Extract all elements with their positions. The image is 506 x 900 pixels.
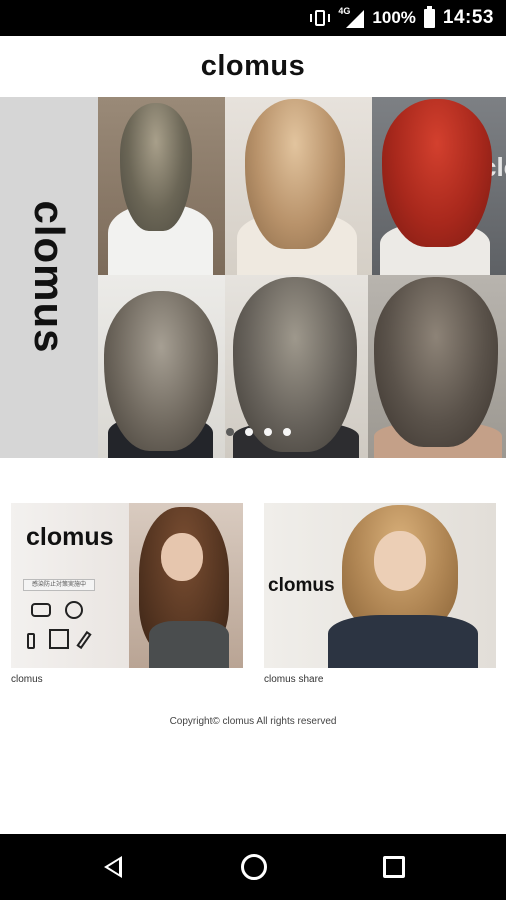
vibrate-icon — [310, 9, 331, 27]
clock: 14:53 — [442, 7, 494, 28]
hair-photo: clo — [372, 97, 506, 275]
card-image[interactable]: clomus 感染防止対策実施中 — [11, 503, 243, 668]
carousel-dot[interactable] — [283, 428, 291, 436]
safety-icons: 感染防止対策実施中 — [21, 579, 97, 663]
card-caption[interactable]: clomus share — [264, 674, 496, 685]
battery-icon — [423, 5, 435, 28]
carousel-dot[interactable] — [245, 428, 253, 436]
status-bar: 4G 100% 14:53 — [0, 0, 506, 36]
salon-card-clomus[interactable]: clomus 感染防止対策実施中 clomus — [11, 503, 243, 685]
recents-icon — [383, 856, 405, 878]
battery-percent: 100% — [372, 8, 416, 27]
app-title: clomus — [200, 49, 306, 82]
system-nav-bar — [0, 834, 506, 900]
hero-side-panel: clomus — [0, 97, 98, 458]
signal-icon: 4G — [338, 6, 365, 28]
home-button[interactable] — [236, 850, 272, 884]
copyright-text: Copyright© clomus All rights reserved — [169, 716, 337, 727]
back-button[interactable] — [96, 850, 132, 884]
spray-icon — [76, 630, 92, 650]
card-logo: clomus — [26, 523, 114, 551]
card-caption[interactable]: clomus — [11, 674, 243, 685]
hair-photo — [98, 97, 225, 275]
hero-side-logo: clomus — [26, 200, 73, 354]
card-image[interactable]: clomus — [264, 503, 496, 668]
app-header: clomus — [0, 36, 506, 96]
hand-wash-icon — [65, 601, 83, 619]
hair-photo — [225, 97, 372, 275]
sanitizer-icon — [27, 633, 35, 649]
carousel-dot[interactable] — [226, 428, 234, 436]
card-logo: clomus — [268, 575, 335, 596]
recents-button[interactable] — [376, 850, 412, 884]
hair-photo — [98, 275, 225, 458]
home-icon — [241, 854, 267, 880]
partition-icon — [49, 629, 69, 649]
safety-badge: 感染防止対策実施中 — [23, 579, 95, 591]
carousel-indicators — [226, 428, 291, 436]
carousel-dot[interactable] — [264, 428, 272, 436]
mask-icon — [31, 603, 51, 617]
hero-carousel[interactable]: clomus clo clo — [0, 97, 506, 458]
hair-photo: clo — [368, 275, 506, 458]
back-icon — [104, 856, 122, 878]
salon-card-clomus-share[interactable]: clomus clomus share — [264, 503, 496, 685]
